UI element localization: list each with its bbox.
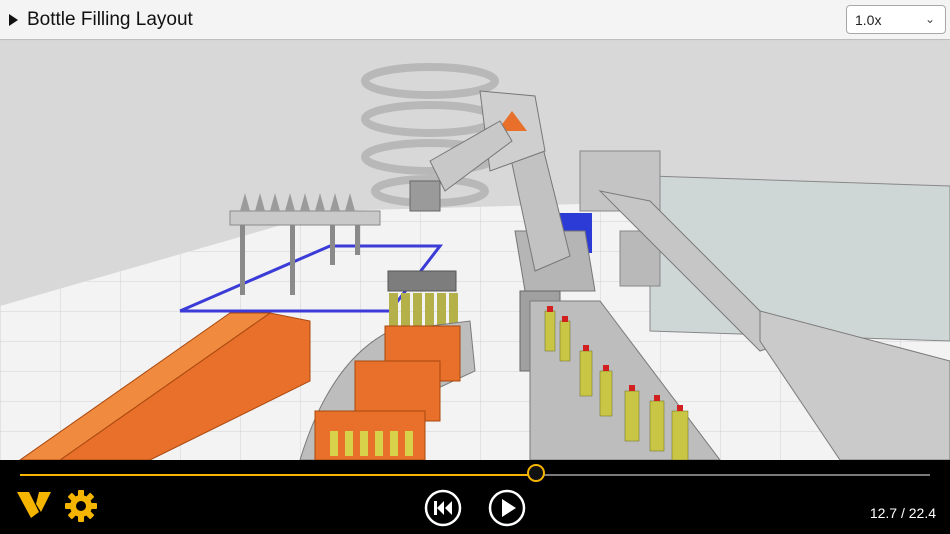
gear-icon[interactable]: [64, 489, 98, 528]
play-icon: [488, 489, 526, 527]
play-button[interactable]: [488, 489, 526, 532]
elevated-conveyor: [229, 210, 381, 226]
speed-value: 1.0x: [855, 12, 882, 28]
page-title: Bottle Filling Layout: [27, 9, 193, 30]
3d-viewport[interactable]: [0, 41, 950, 460]
timeline-handle[interactable]: [526, 464, 545, 482]
chevron-down-icon: ⌄: [924, 12, 935, 26]
playback-bar: [0, 460, 950, 534]
restart-button[interactable]: [424, 489, 462, 532]
brand-v-logo: [17, 490, 51, 525]
timeline-track[interactable]: [20, 474, 930, 476]
speed-select[interactable]: 1.0x ⌄: [846, 5, 946, 34]
factory-scene: [0, 41, 950, 460]
timeline-progress: [20, 474, 536, 476]
expand-triangle-icon[interactable]: [9, 14, 18, 26]
skip-back-icon: [424, 489, 462, 527]
time-readout: 12.7 / 22.4: [869, 505, 936, 521]
header-bar: Bottle Filling Layout 1.0x ⌄: [0, 0, 950, 40]
